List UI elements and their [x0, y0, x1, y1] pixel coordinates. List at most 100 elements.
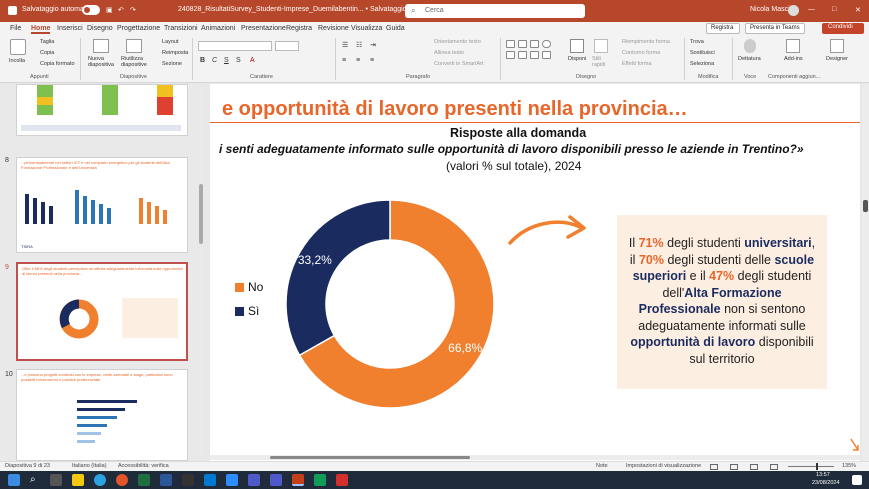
tab-progettazione[interactable]: Progettazione	[117, 25, 160, 32]
search-box[interactable]: ⌕ Cerca	[405, 4, 585, 18]
task-view-icon[interactable]	[50, 474, 62, 486]
share-button[interactable]: Condividi	[822, 23, 864, 34]
tab-transizioni[interactable]: Transizioni	[164, 25, 198, 32]
normal-view-icon[interactable]	[710, 464, 718, 470]
tab-visualizza[interactable]: Visualizza	[351, 25, 382, 32]
font-color-button[interactable]: A	[250, 57, 255, 64]
zoom-app-icon[interactable]	[226, 474, 238, 486]
arrange-button[interactable]: Disponi	[568, 56, 586, 62]
underline-button[interactable]: S	[224, 57, 229, 64]
chrome-icon[interactable]	[94, 474, 106, 486]
addins-button[interactable]: Add-ins	[784, 56, 803, 62]
minimize-button[interactable]: —	[808, 6, 815, 13]
slide-scrollbar[interactable]	[862, 84, 869, 461]
font-size-select[interactable]	[275, 41, 299, 51]
addins-icon[interactable]	[786, 39, 800, 53]
select-button[interactable]: Seleziona	[690, 61, 714, 67]
dictate-button[interactable]: Dettatura	[738, 56, 761, 62]
tab-disegno[interactable]: Disegno	[87, 25, 113, 32]
horizontal-scrollbar-thumb[interactable]	[270, 456, 470, 459]
smartart-button[interactable]: Converti in SmartArt	[434, 61, 484, 67]
powerpoint-taskbar-icon[interactable]	[292, 474, 304, 486]
thumbnail-slide-8[interactable]: ...percentualmente nei settori ICT e nel…	[16, 157, 188, 253]
indent-icon[interactable]: ⇥	[370, 41, 376, 49]
autosave-toggle[interactable]	[82, 5, 100, 15]
paste-button[interactable]: Incolla	[9, 58, 25, 64]
app-icon-1[interactable]	[182, 474, 194, 486]
avatar[interactable]	[788, 5, 799, 16]
align-text-button[interactable]: Allinea testo	[434, 50, 464, 56]
notes-button[interactable]: Note	[596, 463, 608, 469]
bullets-icon[interactable]: ☰	[342, 41, 348, 49]
taskbar-search-icon[interactable]: ⌕	[30, 474, 36, 485]
record-button[interactable]: Registra	[706, 23, 740, 34]
format-painter-button[interactable]: Copia formato	[40, 61, 75, 67]
align-right-icon[interactable]: ≡	[370, 57, 374, 64]
bold-button[interactable]: B	[200, 57, 205, 64]
notification-icon[interactable]	[852, 475, 862, 485]
shape-outline-button[interactable]: Contorno forma	[622, 50, 660, 56]
slideshow-icon[interactable]	[770, 464, 778, 470]
reading-view-icon[interactable]	[750, 464, 758, 470]
outlook-icon[interactable]	[204, 474, 216, 486]
slide-scrollbar-thumb[interactable]	[863, 200, 868, 212]
start-icon[interactable]	[8, 474, 20, 486]
reuse-slides-button[interactable]: Riutilizza diapositive	[121, 56, 151, 68]
thumbnails-scrollbar[interactable]	[199, 184, 203, 244]
shadow-button[interactable]: S	[236, 57, 241, 64]
view-settings-button[interactable]: Impostazioni di visualizzazione	[626, 463, 701, 469]
new-slide-button[interactable]: Nuova diapositiva	[88, 56, 116, 68]
horizontal-scrollbar[interactable]	[210, 455, 860, 460]
shapes-gallery[interactable]	[506, 40, 564, 68]
slide-sorter-icon[interactable]	[730, 464, 738, 470]
numbering-icon[interactable]: ☷	[356, 41, 362, 49]
tab-guida[interactable]: Guida	[386, 25, 405, 32]
text-direction-button[interactable]: Orientamento testo	[434, 39, 481, 45]
cut-button[interactable]: Taglia	[40, 39, 54, 45]
align-left-icon[interactable]: ≡	[342, 57, 346, 64]
accessibility-check[interactable]: Accessibilità: verifica	[118, 463, 169, 469]
new-slide-icon[interactable]	[93, 39, 109, 53]
zoom-slider[interactable]	[788, 463, 834, 470]
acrobat-icon[interactable]	[336, 474, 348, 486]
word-icon[interactable]	[160, 474, 172, 486]
language-indicator[interactable]: Italiano (Italia)	[72, 463, 107, 469]
tab-home[interactable]: Home	[31, 25, 51, 34]
zoom-level[interactable]: 135%	[842, 463, 856, 469]
microphone-icon[interactable]	[744, 39, 756, 53]
app-icon-2[interactable]	[314, 474, 326, 486]
tab-presentazione[interactable]: Presentazione	[241, 25, 286, 32]
shape-fill-button[interactable]: Riempimento forma	[622, 39, 670, 45]
tab-inserisci[interactable]: Inserisci	[57, 25, 83, 32]
tab-file[interactable]: File	[10, 25, 21, 32]
layout-button[interactable]: Layout	[162, 39, 179, 45]
designer-icon[interactable]	[830, 39, 844, 53]
arrange-icon[interactable]	[570, 39, 584, 53]
font-family-select[interactable]	[198, 41, 272, 51]
present-in-teams-button[interactable]: Presenta in Teams	[745, 23, 805, 34]
teams-icon[interactable]	[248, 474, 260, 486]
quick-styles-button[interactable]: Stili rapidi	[592, 56, 614, 68]
italic-button[interactable]: C	[212, 57, 217, 64]
firefox-icon[interactable]	[116, 474, 128, 486]
excel-icon[interactable]	[138, 474, 150, 486]
thumbnail-slide-7[interactable]	[16, 84, 188, 136]
redo-icon[interactable]: ↷	[130, 6, 136, 14]
slide-thumbnails-pane[interactable]: 8 ...percentualmente nei settori ICT e n…	[0, 84, 205, 461]
tab-registra[interactable]: Registra	[286, 25, 312, 32]
thumbnail-slide-9-selected[interactable]: Oltre il 66% degli studenti percepisce u…	[16, 262, 188, 361]
quick-styles-icon[interactable]	[594, 39, 608, 53]
section-button[interactable]: Sezione	[162, 61, 182, 67]
maximize-button[interactable]: □	[832, 6, 836, 13]
copy-button[interactable]: Copia	[40, 50, 54, 56]
close-button[interactable]: ✕	[855, 6, 861, 14]
replace-button[interactable]: Sostituisci	[690, 50, 715, 56]
thumbnail-slide-10[interactable]: ...e possono progetti condivisi con le i…	[16, 369, 188, 461]
file-explorer-icon[interactable]	[72, 474, 84, 486]
reuse-slides-icon[interactable]	[126, 39, 142, 53]
reset-button[interactable]: Reimposta	[162, 50, 188, 56]
slide-canvas[interactable]: e opportunità di lavoro presenti nella p…	[210, 84, 860, 461]
teams-icon-2[interactable]	[270, 474, 282, 486]
save-icon[interactable]: ▣	[106, 6, 113, 14]
tab-revisione[interactable]: Revisione	[318, 25, 349, 32]
